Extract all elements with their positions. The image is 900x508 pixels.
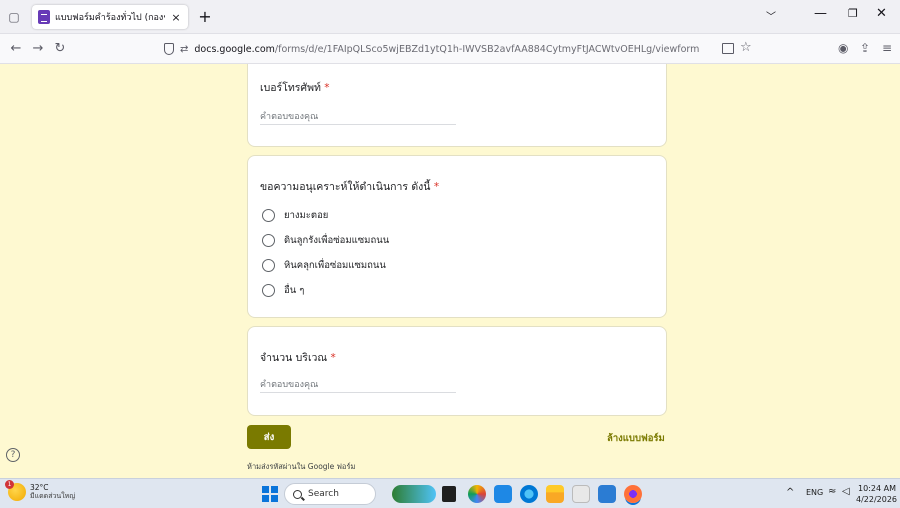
- radio-option-laterite[interactable]: ดินลูกรังเพื่อซ่อมแซมถนน: [262, 233, 389, 248]
- windows-taskbar: 1 32°C มีแดดส่วนใหญ่ Search ^ ENG ≈ ◁ 10…: [0, 478, 900, 508]
- tab-close-icon[interactable]: ×: [170, 11, 182, 24]
- url-domain: docs.google.com: [194, 43, 275, 55]
- radio-button[interactable]: [262, 234, 275, 247]
- input-language-indicator[interactable]: ENG: [806, 488, 823, 497]
- required-mark: *: [330, 352, 336, 364]
- site-permissions-icon[interactable]: ⇄: [180, 44, 188, 55]
- taskbar-search-box[interactable]: Search: [284, 483, 376, 505]
- task-view-icon[interactable]: [442, 486, 456, 502]
- radio-option-crushed-rock[interactable]: หินคลุกเพื่อซ่อมแซมถนน: [262, 258, 386, 273]
- mail-app-icon[interactable]: [598, 485, 616, 503]
- copilot-icon[interactable]: [468, 485, 486, 503]
- reload-icon[interactable]: ↻: [52, 41, 68, 57]
- new-tab-button[interactable]: +: [196, 7, 214, 27]
- search-label: Search: [308, 489, 339, 499]
- back-arrow-icon[interactable]: ←: [8, 41, 24, 57]
- radio-option-other[interactable]: อื่น ๆ: [262, 283, 304, 298]
- bookmark-star-icon[interactable]: ☆: [740, 40, 752, 55]
- tracking-protection-shield-icon[interactable]: [164, 43, 174, 55]
- password-warning-note: ห้ามส่งรหัสผ่านใน Google ฟอร์ม: [247, 462, 356, 471]
- url-path: /forms/d/e/1FAIpQLSco5wjEBZd1ytQ1h-IWVSB…: [274, 43, 700, 55]
- radio-button[interactable]: [262, 284, 275, 297]
- clock-time: 10:24 AM: [858, 484, 896, 493]
- weather-condition: มีแดดส่วนใหญ่: [30, 492, 76, 500]
- question-card-phone: เบอร์โทรศัพท์ * คำตอบของคุณ: [247, 64, 667, 147]
- photos-app-icon[interactable]: [494, 485, 512, 503]
- close-window-icon[interactable]: ✕: [876, 6, 887, 21]
- windows-start-icon[interactable]: [262, 486, 278, 502]
- sun-icon: 1: [5, 480, 26, 501]
- wifi-icon[interactable]: ≈: [828, 486, 836, 497]
- clock-date: 4/22/2026: [856, 495, 898, 504]
- browser-tab-strip: ▢ แบบฟอร์มคำร้องทั่วไป (กองช่าง) × + ﹀ —…: [0, 0, 900, 34]
- area-answer-input[interactable]: คำตอบของคุณ: [260, 375, 456, 393]
- radio-button[interactable]: [262, 209, 275, 222]
- required-mark: *: [433, 181, 440, 193]
- weather-widget[interactable]: 1 32°C มีแดดส่วนใหญ่: [5, 480, 76, 501]
- required-mark: *: [324, 82, 330, 94]
- question-title-area: จำนวน บริเวณ *: [260, 352, 336, 364]
- search-icon: [293, 489, 302, 499]
- taskbar-clock[interactable]: 10:24 AM 4/22/2026: [856, 483, 898, 505]
- radio-option-asphalt[interactable]: ยางมะตอย: [262, 208, 328, 223]
- radio-button[interactable]: [262, 259, 275, 272]
- page-viewport: เบอร์โทรศัพท์ * คำตอบของคุณ ขอความอนุเคร…: [0, 64, 900, 478]
- weather-temperature: 32°C: [30, 483, 49, 492]
- menu-hamburger-icon[interactable]: ≡: [882, 41, 892, 55]
- browser-tab-active[interactable]: แบบฟอร์มคำร้องทั่วไป (กองช่าง) ×: [32, 5, 188, 29]
- firefox-browser-icon[interactable]: [624, 485, 642, 503]
- notification-badge: 1: [5, 480, 14, 489]
- volume-icon[interactable]: ◁: [842, 486, 850, 497]
- clear-form-link[interactable]: ล้างแบบฟอร์ม: [607, 431, 665, 446]
- google-forms-favicon-icon: [38, 10, 50, 24]
- file-explorer-icon[interactable]: [546, 485, 564, 503]
- show-hidden-icons-chevron-icon[interactable]: ^: [786, 487, 794, 498]
- reader-view-icon[interactable]: [722, 43, 734, 54]
- tab-title: แบบฟอร์มคำร้องทั่วไป (กองช่าง): [55, 13, 165, 23]
- minimize-window-icon[interactable]: —: [814, 6, 827, 21]
- forward-arrow-icon[interactable]: →: [30, 41, 46, 57]
- question-title-phone: เบอร์โทรศัพท์ *: [260, 82, 330, 94]
- browser-toolbar: ← → ↻ ⇄ docs.google.com/forms/d/e/1FAIpQ…: [0, 34, 900, 64]
- question-card-area: จำนวน บริเวณ * คำตอบของคุณ: [247, 326, 667, 416]
- extensions-icon[interactable]: ⇪: [860, 41, 870, 55]
- help-icon[interactable]: ?: [6, 448, 20, 462]
- question-title-request: ขอความอนุเคราะห์ให้ดำเนินการ ดังนี้ *: [260, 181, 440, 193]
- store-app-icon[interactable]: [572, 485, 590, 503]
- address-bar[interactable]: ⇄ docs.google.com/forms/d/e/1FAIpQLSco5w…: [158, 38, 758, 60]
- edge-browser-icon[interactable]: [520, 485, 538, 503]
- list-all-tabs-icon[interactable]: ﹀: [766, 8, 776, 23]
- widgets-icon[interactable]: [392, 485, 436, 503]
- submit-button[interactable]: ส่ง: [247, 425, 291, 449]
- url-text[interactable]: docs.google.com/forms/d/e/1FAIpQLSco5wjE…: [194, 44, 752, 55]
- question-card-request: ขอความอนุเคราะห์ให้ดำเนินการ ดังนี้ * ยา…: [247, 155, 667, 318]
- restore-window-icon[interactable]: ❐: [848, 7, 858, 20]
- account-icon[interactable]: ◉: [838, 41, 848, 55]
- tab-overview-icon[interactable]: ▢: [6, 9, 22, 25]
- phone-answer-input[interactable]: คำตอบของคุณ: [260, 107, 456, 125]
